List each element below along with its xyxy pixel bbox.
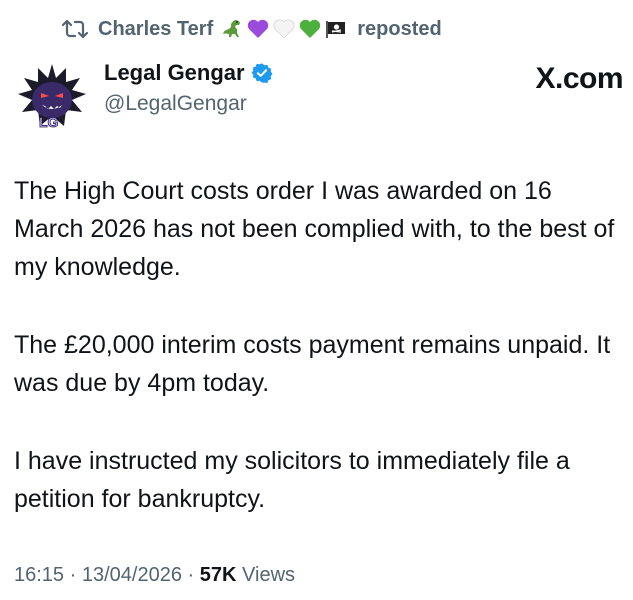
site-label: X.com (535, 62, 623, 95)
repost-header[interactable]: Charles Terf reposted (62, 14, 442, 44)
reposter-name[interactable]: Charles Terf (98, 18, 213, 41)
post-body: The High Court costs order I was awarded… (14, 172, 624, 558)
meta-separator: · (69, 564, 77, 586)
gengar-avatar-icon: LG (14, 60, 90, 136)
pirate-flag-emoji-icon (326, 21, 346, 38)
post-time[interactable]: 16:15 (14, 564, 64, 586)
avatar[interactable]: LG (14, 60, 90, 136)
post-paragraph: I have instructed my solicitors to immed… (14, 447, 570, 513)
svg-text:LG: LG (39, 114, 59, 130)
author-handle[interactable]: @LegalGengar (104, 92, 247, 116)
purple-heart-emoji-icon (248, 19, 269, 38)
green-heart-emoji-icon (300, 19, 321, 38)
post-paragraph: The High Court costs order I was awarded… (14, 177, 615, 281)
verified-badge-icon (251, 63, 273, 83)
author-display-name[interactable]: Legal Gengar (104, 60, 273, 86)
meta-separator: · (187, 564, 195, 586)
post-paragraph: The £20,000 interim costs payment remain… (14, 331, 611, 397)
x-brand-logo: X.com (535, 62, 623, 96)
reposted-label: reposted (357, 17, 442, 40)
post-meta: 16:15 · 13/04/2026 · 57K Views (14, 564, 295, 587)
white-heart-emoji-icon (273, 19, 295, 39)
dinosaur-emoji-icon (223, 20, 241, 37)
author-name-text[interactable]: Legal Gengar (104, 60, 245, 86)
views-label: Views (242, 564, 296, 586)
post-date[interactable]: 13/04/2026 (82, 564, 182, 586)
views-count[interactable]: 57K (200, 564, 237, 586)
repost-icon (62, 19, 88, 39)
